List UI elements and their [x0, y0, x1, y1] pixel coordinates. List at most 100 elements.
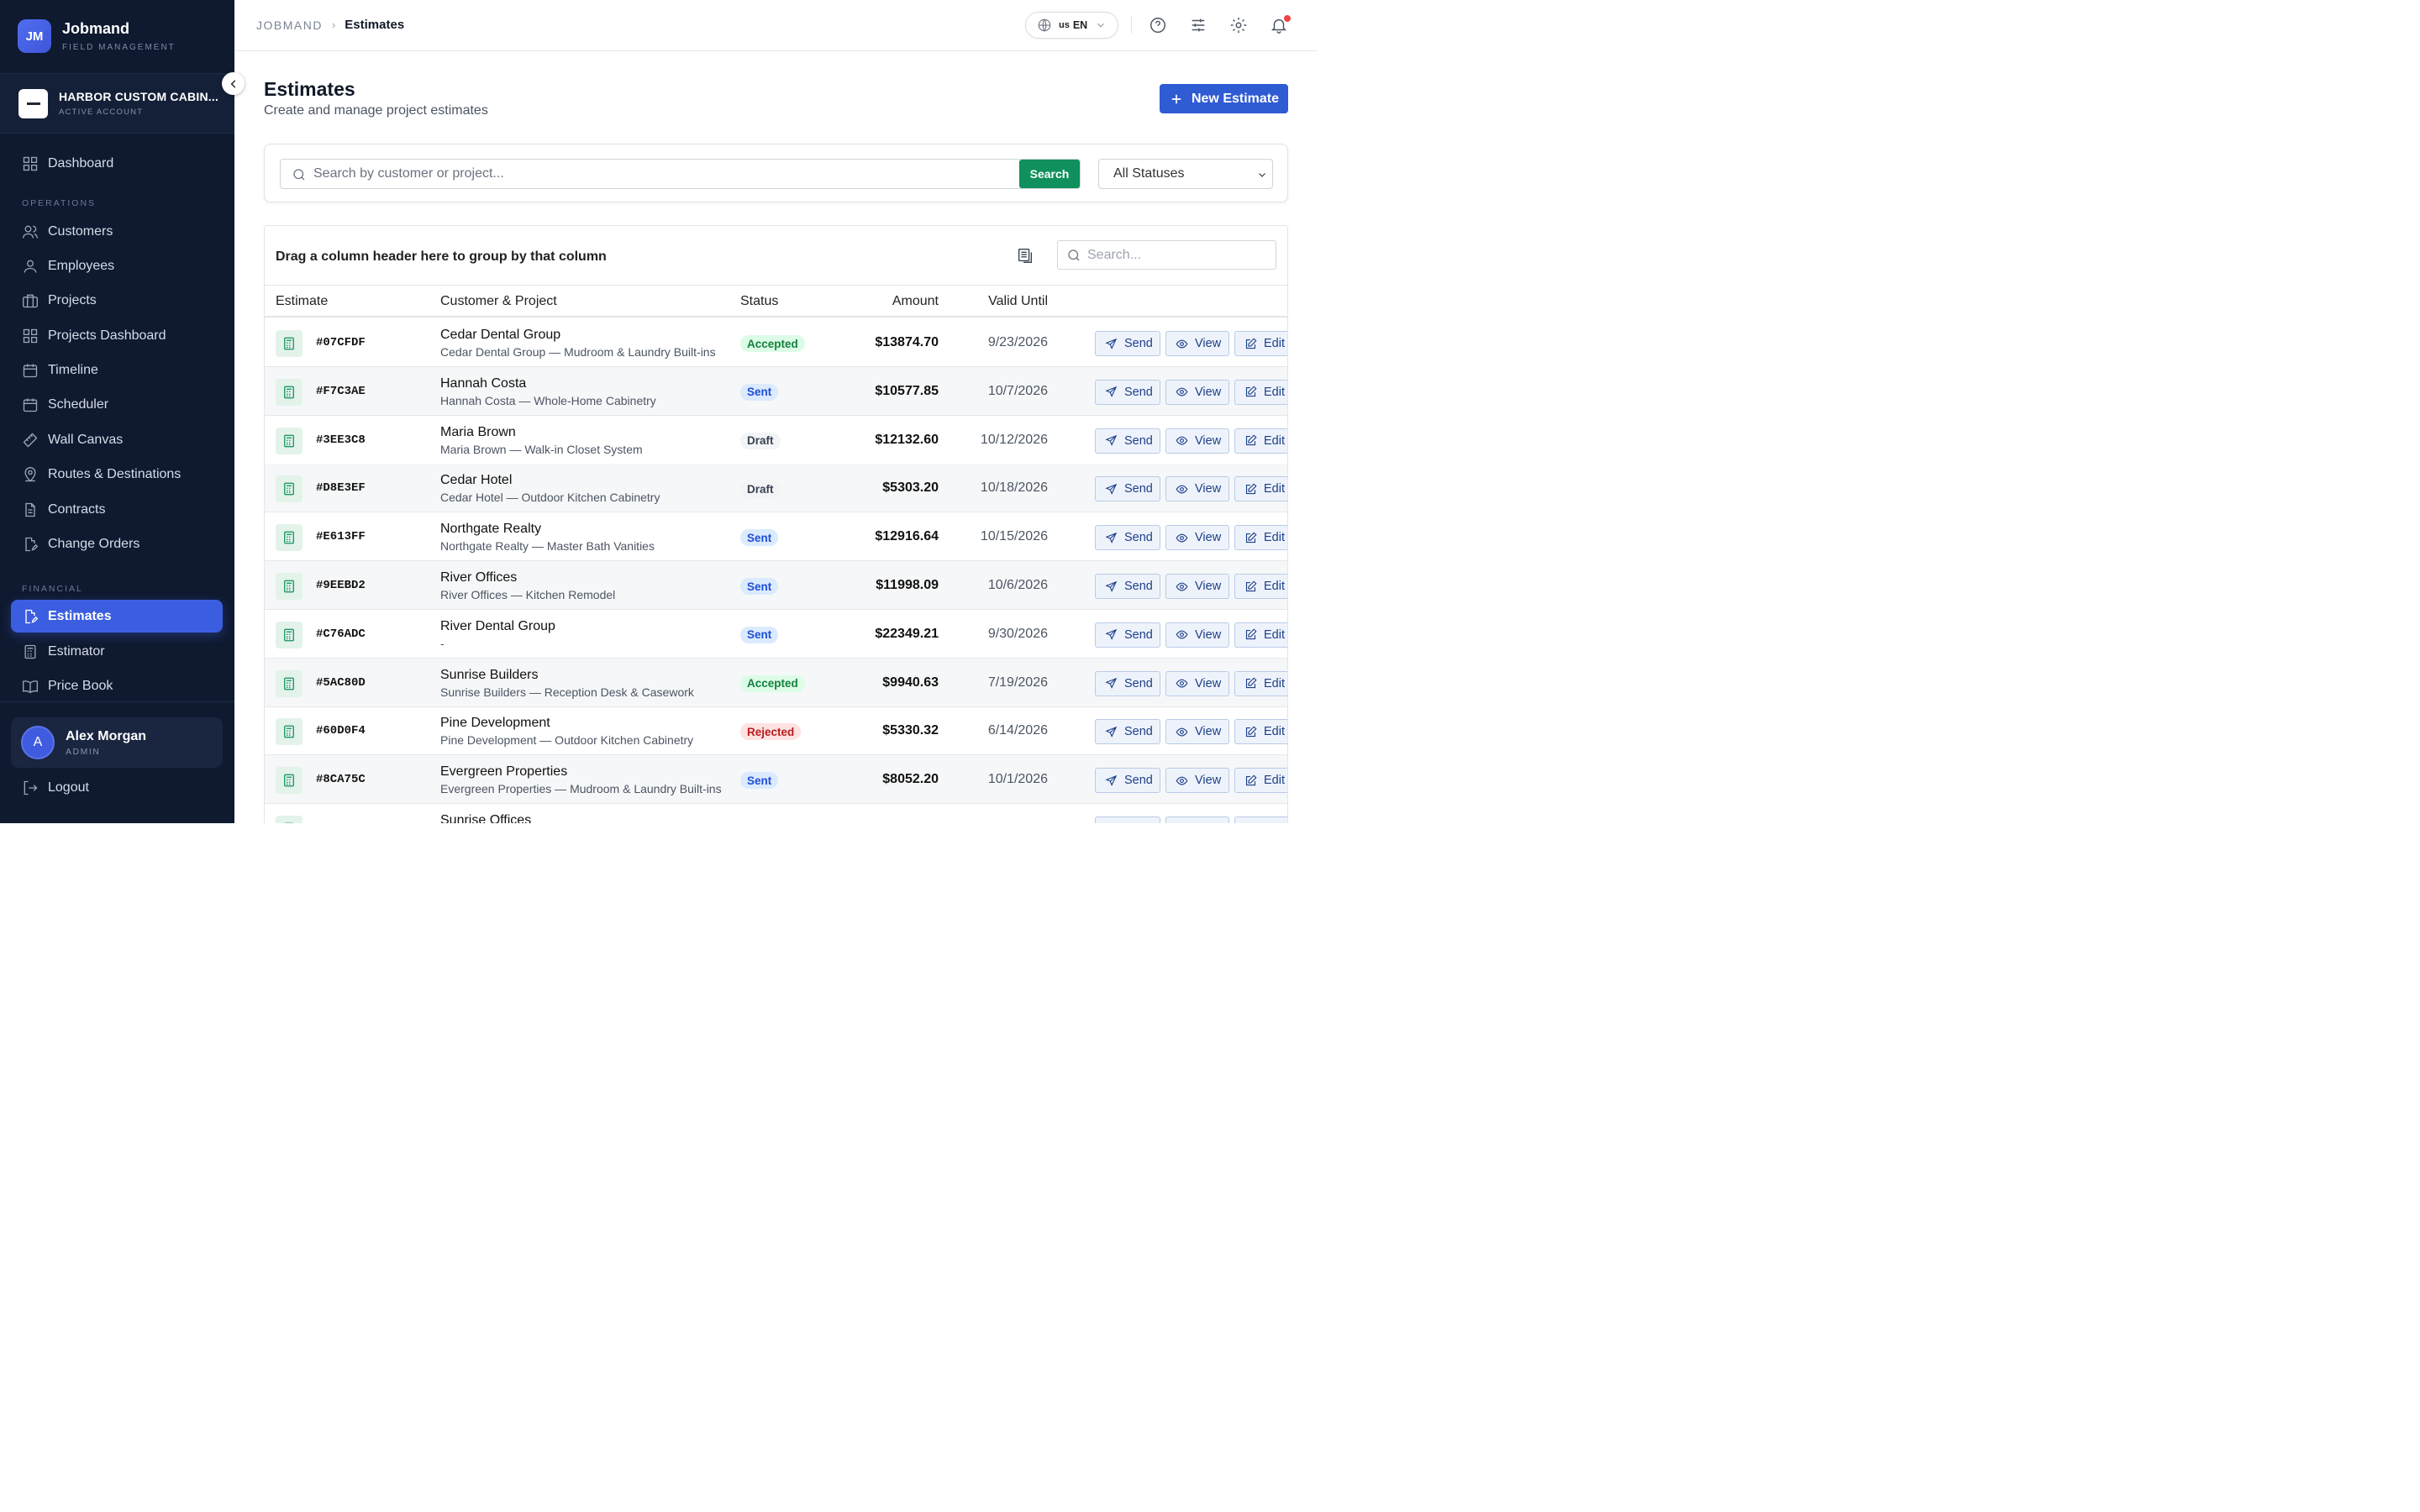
estimate-id[interactable]: #60D0F4 — [316, 724, 366, 738]
sidebar-item-projects[interactable]: Projects — [11, 284, 223, 317]
table-row[interactable]: #9EEBD2 River Offices River Offices — Ki… — [265, 561, 1287, 610]
send-button[interactable]: Send — [1095, 670, 1160, 696]
sidebar-item-wall-canvas[interactable]: Wall Canvas — [11, 423, 223, 456]
table-row[interactable]: #3EE3C8 Maria Brown Maria Brown — Walk-i… — [265, 416, 1287, 465]
edit-button[interactable]: Edit — [1234, 379, 1287, 405]
account-switcher[interactable]: HARBOR CUSTOM CABIN... ACTIVE ACCOUNT — [0, 73, 234, 134]
estimate-id[interactable]: #C76ADC — [316, 627, 366, 641]
estimate-id[interactable]: #5AC80D — [316, 676, 366, 690]
send-button[interactable]: Send — [1095, 719, 1160, 745]
sidebar-item-scheduler[interactable]: Scheduler — [11, 388, 223, 421]
send-button[interactable]: Send — [1095, 379, 1160, 405]
table-row[interactable]: #C76ADC River Dental Group - Sent $22349… — [265, 610, 1287, 659]
status-badge: Sent — [740, 578, 779, 595]
view-button[interactable]: View — [1165, 331, 1229, 356]
column-header-amount[interactable]: Amount — [892, 294, 939, 309]
table-row[interactable]: Sunrise Offices Send View Edit — [265, 804, 1287, 823]
edit-button[interactable]: Edit — [1234, 816, 1287, 823]
topbar: JOBMAND › Estimates us EN — [234, 0, 1318, 51]
estimate-id[interactable]: #D8E3EF — [316, 481, 366, 495]
view-button[interactable]: View — [1165, 525, 1229, 551]
sidebar-item-change-orders[interactable]: Change Orders — [11, 528, 223, 560]
estimate-id[interactable]: #3EE3C8 — [316, 433, 366, 447]
view-button[interactable]: View — [1165, 379, 1229, 405]
view-button[interactable]: View — [1165, 816, 1229, 823]
column-header-status[interactable]: Status — [740, 294, 778, 309]
column-header-estimate[interactable]: Estimate — [276, 294, 328, 309]
sidebar-item-label: Dashboard — [48, 155, 114, 171]
column-header-customer[interactable]: Customer & Project — [440, 294, 557, 309]
table-row[interactable]: #07CFDF Cedar Dental Group Cedar Dental … — [265, 318, 1287, 367]
send-button[interactable]: Send — [1095, 476, 1160, 502]
send-icon — [1105, 774, 1118, 786]
table-row[interactable]: #F7C3AE Hannah Costa Hannah Costa — Whol… — [265, 366, 1287, 416]
sidebar-item-employees[interactable]: Employees — [11, 249, 223, 282]
sidebar-item-contracts[interactable]: Contracts — [11, 493, 223, 526]
new-estimate-button[interactable]: New Estimate — [1160, 84, 1288, 113]
logout-button[interactable]: Logout — [22, 780, 89, 796]
view-button[interactable]: View — [1165, 622, 1229, 648]
sidebar-item-estimates[interactable]: Estimates — [11, 600, 223, 633]
estimate-id[interactable]: #8CA75C — [316, 773, 366, 786]
view-button[interactable]: View — [1165, 574, 1229, 599]
edit-button[interactable]: Edit — [1234, 719, 1287, 745]
send-button[interactable]: Send — [1095, 331, 1160, 356]
filters-button[interactable] — [1189, 16, 1207, 34]
edit-button[interactable]: Edit — [1234, 331, 1287, 356]
eye-icon — [1176, 387, 1188, 396]
send-button[interactable]: Send — [1095, 574, 1160, 599]
brand[interactable]: JM Jobmand FIELD MANAGEMENT — [18, 19, 176, 53]
breadcrumb-root[interactable]: JOBMAND — [256, 18, 323, 32]
sidebar-item-label: Projects Dashboard — [48, 328, 166, 343]
edit-icon — [1245, 337, 1257, 349]
edit-button[interactable]: Edit — [1234, 670, 1287, 696]
estimate-id[interactable]: #9EEBD2 — [316, 579, 366, 592]
edit-button[interactable]: Edit — [1234, 428, 1287, 454]
amount: $11998.09 — [876, 578, 939, 592]
estimate-id[interactable]: #F7C3AE — [316, 385, 366, 398]
collapse-sidebar-button[interactable] — [222, 72, 245, 95]
send-button[interactable]: Send — [1095, 816, 1160, 823]
edit-button[interactable]: Edit — [1234, 574, 1287, 599]
estimate-id[interactable]: #07CFDF — [316, 336, 366, 349]
edit-button[interactable]: Edit — [1234, 525, 1287, 551]
language-selector[interactable]: us EN — [1025, 12, 1118, 39]
column-chooser-button[interactable] — [1016, 246, 1034, 265]
sidebar-item-estimator[interactable]: Estimator — [11, 635, 223, 668]
view-button[interactable]: View — [1165, 768, 1229, 794]
edit-button[interactable]: Edit — [1234, 768, 1287, 794]
user-name: Alex Morgan — [66, 728, 147, 743]
sidebar-item-customers[interactable]: Customers — [11, 215, 223, 248]
sidebar-item-routes[interactable]: Routes & Destinations — [11, 458, 223, 491]
group-panel[interactable]: Drag a column header here to group by th… — [265, 226, 1287, 286]
table-row[interactable]: #E613FF Northgate Realty Northgate Realt… — [265, 512, 1287, 562]
help-button[interactable] — [1149, 16, 1167, 34]
sidebar-item-dashboard[interactable]: Dashboard — [11, 147, 223, 180]
status-select[interactable]: All Statuses — [1098, 159, 1273, 189]
table-row[interactable]: #60D0F4 Pine Development Pine Developmen… — [265, 706, 1287, 756]
view-button[interactable]: View — [1165, 719, 1229, 745]
sidebar-item-projects-dashboard[interactable]: Projects Dashboard — [11, 319, 223, 352]
settings-button[interactable] — [1229, 16, 1248, 34]
status-badge: Sent — [740, 772, 779, 790]
edit-button[interactable]: Edit — [1234, 622, 1287, 648]
grid-search-input[interactable] — [1087, 241, 1272, 269]
send-button[interactable]: Send — [1095, 428, 1160, 454]
sidebar-item-price-book[interactable]: Price Book — [11, 669, 223, 702]
send-button[interactable]: Send — [1095, 768, 1160, 794]
send-button[interactable]: Send — [1095, 525, 1160, 551]
search-button[interactable]: Search — [1019, 160, 1080, 188]
table-row[interactable]: #8CA75C Evergreen Properties Evergreen P… — [265, 755, 1287, 805]
estimate-id[interactable]: #E613FF — [316, 530, 366, 543]
view-button[interactable]: View — [1165, 428, 1229, 454]
view-button[interactable]: View — [1165, 670, 1229, 696]
sidebar-item-timeline[interactable]: Timeline — [11, 354, 223, 386]
user-card[interactable]: A Alex Morgan ADMIN — [11, 717, 223, 768]
table-row[interactable]: #5AC80D Sunrise Builders Sunrise Builder… — [265, 658, 1287, 707]
column-header-valid-until[interactable]: Valid Until — [988, 294, 1048, 309]
table-row[interactable]: #D8E3EF Cedar Hotel Cedar Hotel — Outdoo… — [265, 464, 1287, 513]
send-button[interactable]: Send — [1095, 622, 1160, 648]
view-button[interactable]: View — [1165, 476, 1229, 502]
search-input[interactable] — [313, 160, 1011, 188]
edit-button[interactable]: Edit — [1234, 476, 1287, 502]
